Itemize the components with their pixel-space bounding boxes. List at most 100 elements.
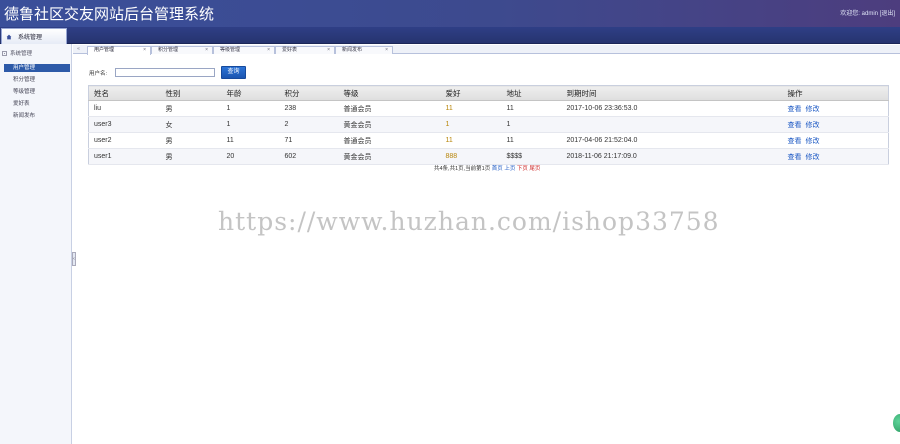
table-row: liu 男 1 238 普通会员 11 11 2017-10-06 23:36:… [88, 100, 889, 117]
cell-points: 238 [279, 100, 339, 117]
tab-level[interactable]: 等级管理 × [213, 46, 275, 54]
sidebar-item-level[interactable]: 等级管理 [10, 88, 70, 96]
collapse-icon [2, 50, 7, 56]
username-search-input[interactable] [115, 68, 215, 77]
tab-scroll-left-icon[interactable]: « [75, 46, 82, 53]
column-header: 姓名 [88, 85, 161, 101]
cell-gender: 男 [160, 100, 222, 117]
tab-hobby[interactable]: 爱好表 × [275, 46, 335, 54]
table-header-row: 姓名 性别 年龄 积分 等级 爱好 地址 到期时间 操作 [88, 85, 889, 101]
logout-link[interactable]: [退出] [880, 11, 895, 17]
tab-points[interactable]: 积分管理 × [151, 46, 213, 54]
cell-actions: 查看 修改 [782, 116, 889, 133]
cell-expire: 2017-10-06 23:36:53.0 [561, 100, 783, 117]
cell-level: 黄金会员 [338, 148, 441, 165]
sidebar: 系统管理 用户管理 积分管理 等级管理 爱好表 新闻发布 [0, 44, 72, 444]
edit-link[interactable]: 修改 [806, 122, 820, 129]
tab-label: 等级管理 [220, 47, 241, 53]
column-header: 等级 [338, 85, 441, 101]
close-icon[interactable]: × [205, 47, 208, 54]
sidebar-group[interactable]: 系统管理 [2, 49, 32, 57]
column-header: 操作 [782, 85, 889, 101]
user-table: 姓名 性别 年龄 积分 等级 爱好 地址 到期时间 操作 liu 男 1 238… [88, 85, 889, 165]
cell-expire: 2018-11-06 21:17:09.0 [561, 148, 783, 165]
close-icon[interactable]: × [267, 47, 270, 54]
column-header: 爱好 [440, 85, 502, 101]
app-header: 德鲁社区交友网站后台管理系统 欢迎您: admin [退出] [0, 0, 900, 27]
tab-label: 新闻发布 [342, 47, 363, 53]
sidebar-collapse-handle[interactable]: ‹ [72, 252, 76, 266]
top-navbar: 系统管理 [0, 27, 900, 44]
view-link[interactable]: 查看 [788, 122, 802, 129]
tab-user[interactable]: 用户管理 × [87, 46, 151, 55]
cell-gender: 男 [160, 148, 222, 165]
search-button[interactable]: 查询 [221, 66, 246, 79]
welcome-area: 欢迎您: admin [退出] [840, 8, 895, 17]
cell-expire [561, 116, 783, 133]
pagination: 共4条,共1页,当前第1页 首页 上页 下页 尾页 [434, 164, 540, 172]
cell-points: 71 [279, 132, 339, 149]
sidebar-item-news[interactable]: 新闻发布 [10, 112, 70, 120]
cell-gender: 女 [160, 116, 222, 133]
cell-age: 1 [221, 100, 280, 117]
column-header: 地址 [501, 85, 562, 101]
floating-chat-icon[interactable] [893, 414, 900, 432]
content-tabstrip: « 用户管理 × 积分管理 × 等级管理 × 爱好表 × 新闻发布 × [73, 45, 900, 55]
tab-label: 用户管理 [94, 47, 115, 53]
pager-prev[interactable]: 上页 [504, 166, 515, 172]
cell-hobby: 1 [440, 116, 502, 133]
sidebar-item-user[interactable]: 用户管理 [4, 64, 70, 72]
tab-label: 积分管理 [158, 47, 179, 53]
sidebar-item-hobby[interactable]: 爱好表 [10, 100, 70, 108]
cell-address: $$$$ [501, 148, 562, 165]
cell-name: user3 [88, 116, 161, 133]
cell-hobby: 11 [440, 100, 502, 117]
cell-age: 1 [221, 116, 280, 133]
app-title: 德鲁社区交友网站后台管理系统 [4, 5, 215, 23]
cell-actions: 查看 修改 [782, 132, 889, 149]
table-row: user3 女 1 2 黄金会员 1 1 查看 修改 [88, 116, 889, 133]
column-header: 性别 [160, 85, 222, 101]
pager-first[interactable]: 首页 [492, 166, 503, 172]
cell-points: 602 [279, 148, 339, 165]
column-header: 到期时间 [561, 85, 783, 101]
close-icon[interactable]: × [385, 47, 388, 54]
cell-hobby: 11 [440, 132, 502, 149]
pager-next[interactable]: 下页 [517, 166, 528, 172]
pager-last[interactable]: 尾页 [529, 166, 540, 172]
home-icon [6, 34, 12, 39]
cell-points: 2 [279, 116, 339, 133]
pager-summary: 共4条,共1页,当前第1页 [434, 166, 491, 172]
cell-age: 20 [221, 148, 280, 165]
sidebar-group-label: 系统管理 [10, 51, 33, 57]
cell-address: 11 [501, 132, 562, 149]
cell-level: 普通会员 [338, 132, 441, 149]
cell-level: 普通会员 [338, 100, 441, 117]
welcome-prefix: 欢迎您: [840, 11, 860, 17]
view-link[interactable]: 查看 [788, 154, 802, 161]
close-icon[interactable]: × [327, 47, 330, 54]
cell-hobby: 888 [440, 148, 502, 165]
username: admin [861, 11, 878, 17]
cell-name: liu [88, 100, 161, 117]
edit-link[interactable]: 修改 [806, 154, 820, 161]
tab-news[interactable]: 新闻发布 × [335, 46, 393, 54]
view-link[interactable]: 查看 [788, 106, 802, 113]
tab-label: 爱好表 [282, 47, 298, 53]
edit-link[interactable]: 修改 [806, 106, 820, 113]
cell-actions: 查看 修改 [782, 100, 889, 117]
nav-tab-system[interactable]: 系统管理 [1, 28, 67, 44]
watermark: https://www.huzhan.com/ishop33758 [218, 207, 720, 236]
cell-address: 1 [501, 116, 562, 133]
cell-expire: 2017-04-06 21:52:04.0 [561, 132, 783, 149]
close-icon[interactable]: × [143, 47, 146, 54]
cell-name: user2 [88, 132, 161, 149]
edit-link[interactable]: 修改 [806, 138, 820, 145]
column-header: 积分 [279, 85, 339, 101]
cell-age: 11 [221, 132, 280, 149]
cell-address: 11 [501, 100, 562, 117]
cell-gender: 男 [160, 132, 222, 149]
view-link[interactable]: 查看 [788, 138, 802, 145]
sidebar-item-points[interactable]: 积分管理 [10, 76, 70, 84]
table-row: user2 男 11 71 普通会员 11 11 2017-04-06 21:5… [88, 132, 889, 149]
